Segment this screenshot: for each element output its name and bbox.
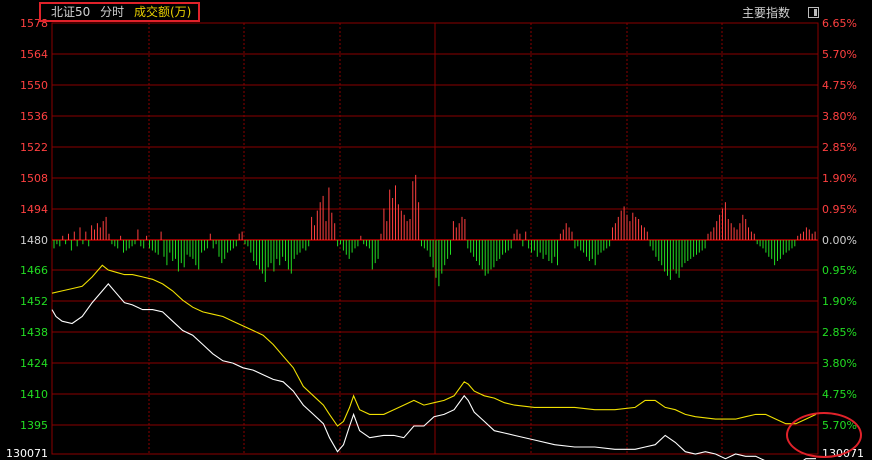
chart-header: 北证50 分时 成交额(万) [39, 2, 200, 22]
period-label[interactable]: 分时 [100, 5, 124, 19]
y-left-tick-label: 1550 [20, 79, 48, 92]
y-left-tick-label: 130071 [6, 447, 48, 460]
y-left-tick-label: 1438 [20, 326, 48, 339]
main-index-button[interactable]: 主要指数 [742, 6, 790, 20]
volume-label: 成交额(万) [133, 5, 192, 19]
y-right-tick-label: 6.65% [822, 17, 857, 30]
y-right-tick-label: 0.95% [822, 203, 857, 216]
y-left-tick-label: 1522 [20, 141, 48, 154]
y-right-tick-label: 4.75% [822, 388, 857, 401]
y-left-tick-label: 1395 [20, 419, 48, 432]
y-left-tick-label: 1452 [20, 295, 48, 308]
index-name[interactable]: 北证50 [51, 5, 90, 19]
y-right-tick-label: 1.90% [822, 172, 857, 185]
y-left-tick-label: 1424 [20, 357, 48, 370]
y-left-tick-label: 1536 [20, 110, 48, 123]
y-right-tick-label: 1.90% [822, 295, 857, 308]
highlight-circle [786, 412, 862, 458]
y-left-tick-label: 1410 [20, 388, 48, 401]
y-right-tick-label: 2.85% [822, 326, 857, 339]
y-right-tick-label: 5.70% [822, 48, 857, 61]
y-right-tick-label: 4.75% [822, 79, 857, 92]
y-right-tick-label: 0.95% [822, 264, 857, 277]
y-right-tick-label: 3.80% [822, 357, 857, 370]
panel-toggle-icon[interactable] [807, 7, 819, 18]
y-left-tick-label: 1508 [20, 172, 48, 185]
intraday-chart: 1578156415501536152215081494148014661452… [6, 17, 864, 460]
y-right-tick-label: 0.00% [822, 234, 857, 247]
y-left-tick-label: 1564 [20, 48, 48, 61]
chart-toolbar: 主要指数 [742, 4, 819, 21]
y-right-tick-label: 2.85% [822, 141, 857, 154]
y-left-tick-label: 1480 [20, 234, 48, 247]
y-right-tick-label: 3.80% [822, 110, 857, 123]
y-left-tick-label: 1494 [20, 203, 48, 216]
price-line [51, 283, 816, 460]
average-line [51, 264, 817, 427]
y-left-tick-label: 1466 [20, 264, 48, 277]
